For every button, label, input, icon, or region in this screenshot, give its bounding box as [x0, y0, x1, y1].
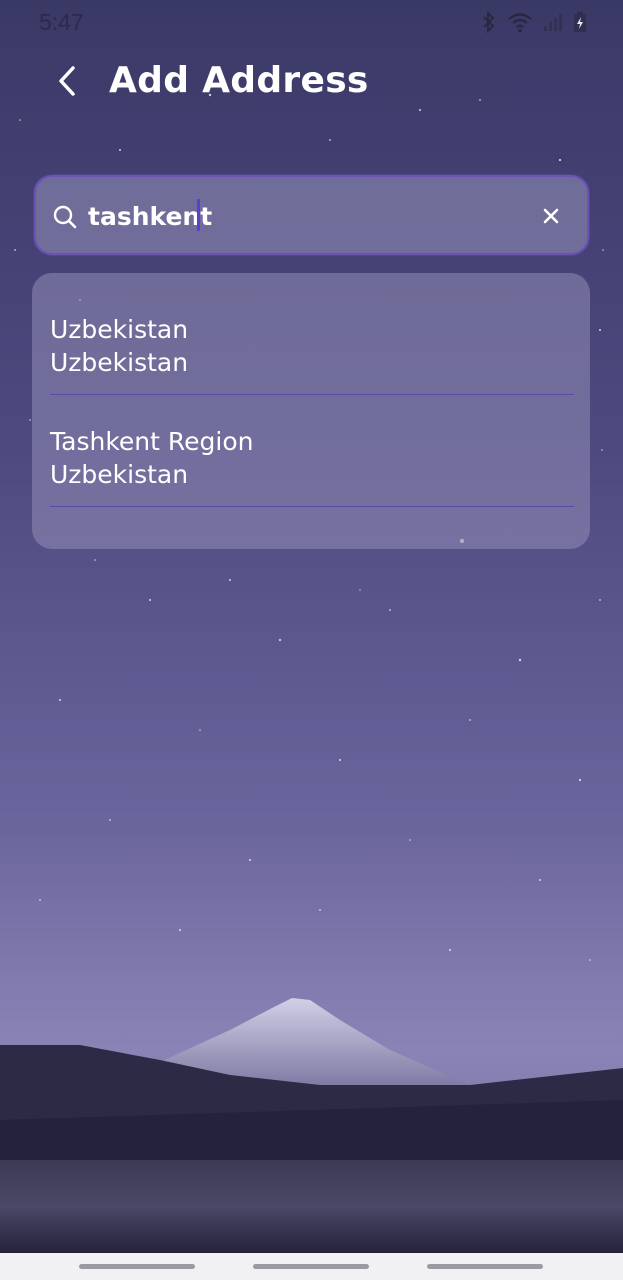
divider	[50, 506, 574, 507]
search-icon	[53, 205, 77, 229]
close-icon	[543, 208, 559, 224]
app-bar: Add Address	[0, 52, 623, 112]
page-title: Add Address	[109, 60, 369, 101]
status-bar: 5:47	[0, 0, 623, 44]
clear-search-button[interactable]	[536, 201, 566, 231]
search-results-list: Uzbekistan Uzbekistan Tashkent Region Uz…	[32, 273, 590, 549]
nav-back-button[interactable]	[427, 1264, 543, 1269]
list-item[interactable]: Uzbekistan Uzbekistan	[50, 283, 574, 395]
result-name: Uzbekistan	[50, 315, 189, 344]
chevron-left-icon	[59, 66, 75, 96]
back-button[interactable]	[44, 58, 90, 104]
wifi-icon	[507, 11, 533, 33]
search-input[interactable]	[88, 195, 528, 237]
bluetooth-icon	[481, 11, 497, 33]
nav-recents-button[interactable]	[79, 1264, 195, 1269]
status-time: 5:47	[39, 9, 84, 35]
battery-charging-icon	[573, 11, 587, 33]
list-item[interactable]: Tashkent Region Uzbekistan	[50, 395, 574, 507]
result-country: Uzbekistan	[50, 460, 189, 489]
system-nav-bar	[0, 1253, 623, 1280]
text-caret	[197, 199, 200, 231]
result-name: Tashkent Region	[50, 427, 254, 456]
nav-home-button[interactable]	[253, 1264, 369, 1269]
result-country: Uzbekistan	[50, 348, 189, 377]
search-box[interactable]	[34, 175, 589, 255]
status-icons	[481, 8, 587, 36]
signal-icon	[543, 12, 563, 32]
